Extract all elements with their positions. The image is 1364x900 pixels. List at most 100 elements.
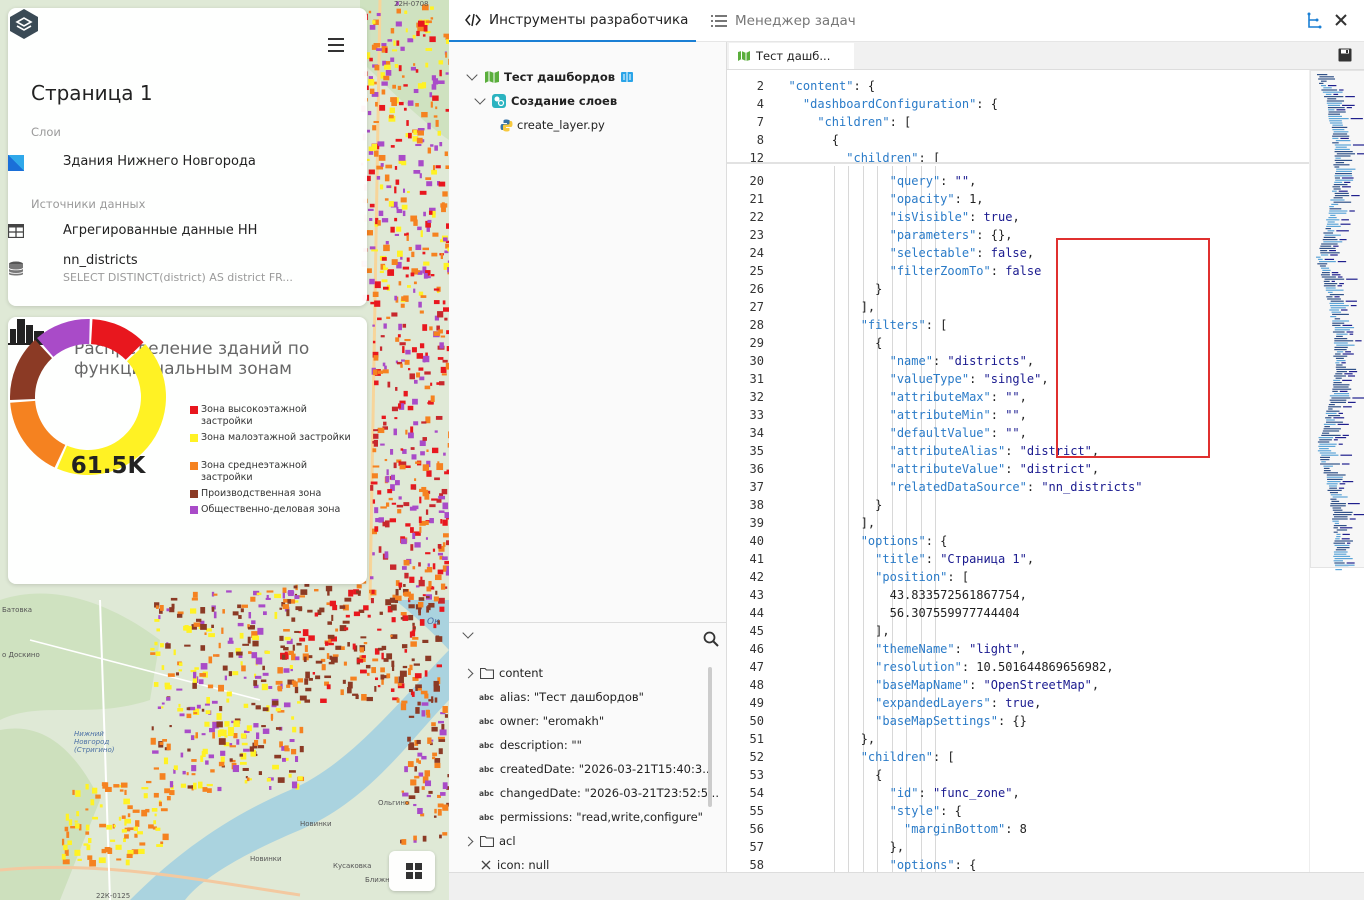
object-inspector: content abc alias: "Тест дашбордов" abc owne… [449, 622, 727, 872]
line-number: 25 [749, 264, 764, 278]
chevron-down-icon [474, 93, 486, 105]
line-number: 54 [749, 786, 764, 800]
code-line: "themeName": "light", [875, 642, 1027, 656]
chevron-down-icon[interactable] [462, 627, 474, 639]
legend-item[interactable]: Зона среднеэтажной застройки [190, 460, 351, 483]
map-label: Ок [427, 617, 440, 627]
table-icon [8, 224, 24, 238]
line-number: 53 [749, 768, 764, 782]
string-type-icon: abc [479, 716, 494, 726]
code-line: { [774, 336, 883, 350]
line-number: 37 [749, 480, 764, 494]
string-type-icon: abc [479, 764, 494, 774]
line-number: 29 [749, 336, 764, 350]
tab-devtools[interactable]: Инструменты разработчика [449, 0, 696, 42]
data-source-name: nn_districts [63, 253, 138, 268]
search-icon[interactable] [703, 631, 719, 647]
minimap-slider[interactable] [1310, 70, 1364, 568]
tree-item-label: Создание слоев [511, 94, 618, 108]
inspector-row[interactable]: abc createdDate: "2026-03-21T15:40:3... [479, 760, 713, 778]
line-number: 23 [749, 228, 764, 242]
code-minimap[interactable] [1309, 70, 1364, 872]
legend-item[interactable]: Зона малоэтажной застройки [190, 432, 351, 444]
donut-slice[interactable] [10, 339, 52, 401]
code-line: "attributeValue": "district", [889, 462, 1100, 476]
legend-label: Общественно-деловая зона [201, 504, 341, 515]
layers-icon [492, 94, 506, 108]
line-number: 4 [756, 97, 764, 111]
line-number: 51 [749, 732, 764, 746]
line-number: 2 [756, 79, 764, 93]
sticky-scroll-separator [727, 162, 1309, 164]
close-icon[interactable] [1333, 12, 1349, 28]
page-title: Страница 1 [31, 81, 153, 105]
code-editor[interactable]: 2 "content": {4 "dashboardConfiguration"… [727, 70, 1309, 872]
tree-item-child[interactable]: Создание слоев [474, 91, 618, 111]
inspector-row[interactable]: abc owner: "eromakh" [479, 712, 604, 730]
chevron-right-icon [463, 836, 474, 846]
list-icon [711, 14, 727, 28]
editor-tab[interactable]: Тест дашб... [729, 43, 854, 69]
line-number: 49 [749, 696, 764, 710]
code-line: ], [774, 624, 890, 638]
line-number: 39 [749, 516, 764, 530]
null-icon [481, 860, 491, 870]
code-line: "resolution": 10.501644869656982, [875, 660, 1114, 674]
code-line: } [774, 282, 883, 296]
tree-item-file[interactable]: create_layer.py [500, 115, 605, 135]
line-number: 57 [749, 840, 764, 854]
string-type-icon: abc [479, 692, 494, 702]
tab-label: Инструменты разработчика [489, 12, 689, 28]
tab-label: Менеджер задач [735, 13, 856, 29]
code-icon [465, 13, 481, 27]
inspector-row-text: permissions: "read,write,configure" [499, 810, 703, 824]
inspector-row-text: changedDate: "2026-03-21T23:52:5... [499, 786, 719, 800]
inspector-row[interactable]: content [463, 664, 544, 682]
python-file-icon [500, 119, 513, 131]
tree-item-root[interactable]: Тест дашбордов [466, 67, 634, 87]
code-line: "opacity": 1, [889, 192, 984, 206]
inspector-row-text: createdDate: "2026-03-21T15:40:3... [499, 762, 714, 776]
inspector-row-text: description: "" [499, 738, 582, 752]
line-number: 41 [749, 552, 764, 566]
legend-item[interactable]: Зона высокоэтажной застройки [190, 404, 351, 427]
code-line: "valueType": "single", [889, 372, 1049, 386]
code-line: "id": "func_zone", [889, 786, 1020, 800]
code-line: { [774, 768, 883, 782]
menu-icon[interactable] [328, 38, 344, 52]
grid-view-button[interactable] [389, 851, 435, 891]
navigation-card: Страница 1 Слои Здания Нижнего Новгорода… [8, 8, 367, 306]
legend-item[interactable]: Производственная зона [190, 488, 351, 500]
book-icon[interactable] [621, 71, 634, 83]
code-line: "parameters": {}, [889, 228, 1013, 242]
tab-task-manager[interactable]: Менеджер задач [711, 0, 856, 42]
map-label: Новинки [300, 820, 332, 828]
tree-structure-icon[interactable] [1306, 12, 1322, 30]
inspector-row[interactable]: abc changedDate: "2026-03-21T23:52:5... [479, 784, 719, 802]
line-number: 33 [749, 408, 764, 422]
code-line: "position": [ [875, 570, 970, 584]
legend-item[interactable]: Общественно-деловая зона [190, 504, 351, 516]
inspector-row-text: content [499, 666, 544, 680]
data-source-name: Агрегированные данные НН [63, 223, 258, 238]
code-line: "attributeMin": "", [889, 408, 1027, 422]
map-label: Кусаковка [333, 862, 372, 870]
inspector-scrollbar[interactable] [708, 667, 712, 807]
line-number: 8 [756, 133, 764, 147]
save-icon[interactable] [1338, 48, 1352, 62]
inspector-row[interactable]: abc description: "" [479, 736, 582, 754]
code-line: }, [774, 840, 905, 854]
map-icon [485, 71, 499, 83]
map-view[interactable]: Батовка о Доскино Нижний Новгород (Стриг… [0, 0, 449, 900]
tree-item-label: Тест дашбордов [504, 70, 616, 84]
inspector-row[interactable]: abc alias: "Тест дашбордов" [479, 688, 644, 706]
line-number: 55 [749, 804, 764, 818]
line-number: 45 [749, 624, 764, 638]
inspector-row[interactable]: acl [463, 832, 516, 850]
sources-section-label: Источники данных [31, 197, 146, 211]
line-number: 31 [749, 372, 764, 386]
line-number: 44 [749, 606, 764, 620]
inspector-row[interactable]: abc permissions: "read,write,configure" [479, 808, 703, 826]
database-icon [8, 261, 24, 276]
line-number: 7 [756, 115, 764, 129]
